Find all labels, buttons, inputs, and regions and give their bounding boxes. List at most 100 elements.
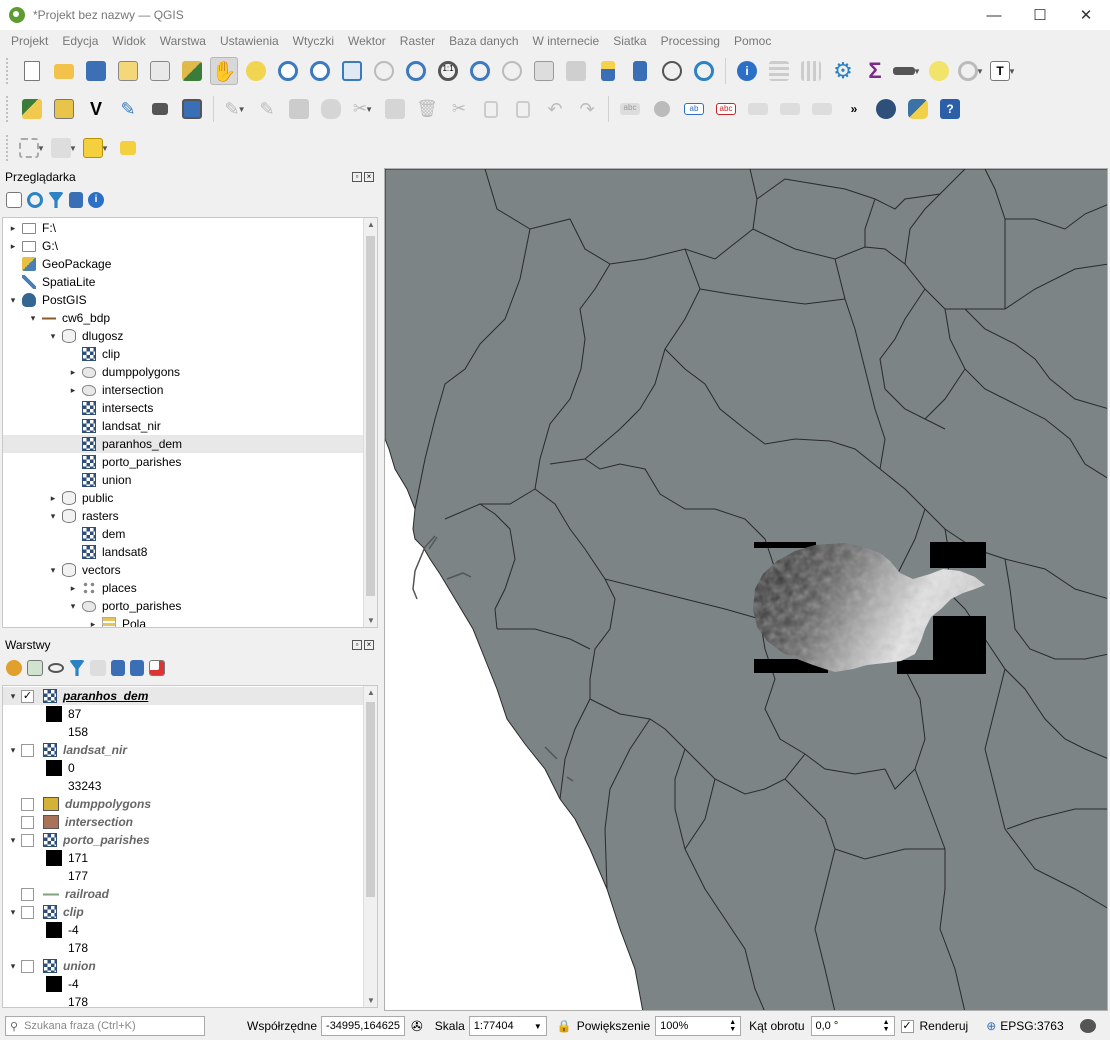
chevron-down-icon[interactable]: ▾ xyxy=(27,313,39,324)
browser-item[interactable]: ▸ public xyxy=(3,489,377,507)
layer-labeling-options-button[interactable]: abc xyxy=(616,95,644,123)
toolbar-grip[interactable] xyxy=(6,96,10,122)
new-virtual-layer-button[interactable] xyxy=(146,95,174,123)
layers-tree[interactable]: ▾ ✓ paranhos_dem 87 158 ▾ landsat_nir 0 33243 dum… xyxy=(2,685,378,1008)
modify-attributes-button[interactable] xyxy=(381,95,409,123)
print-layout-button[interactable] xyxy=(146,57,174,85)
chevron-down-icon[interactable]: ▾ xyxy=(47,331,59,342)
menu-item[interactable]: Wtyczki xyxy=(286,34,341,48)
open-field-calculator-button[interactable] xyxy=(797,57,825,85)
chevron-down-icon[interactable]: ▾ xyxy=(7,907,19,918)
delete-selected-button[interactable]: 🗑 xyxy=(413,95,441,123)
rotation-spinbox[interactable]: 0,0 ° ▲ ▼ xyxy=(810,1016,895,1036)
highlight-pinned-labels-button[interactable]: ab xyxy=(680,95,708,123)
locator-search-field[interactable]: ⚲ Szukana fraza (Ctrl+K) xyxy=(5,1016,205,1036)
map-tips-button[interactable] xyxy=(925,57,953,85)
browser-item[interactable]: union xyxy=(3,471,377,489)
locator-search-button[interactable]: ▼ xyxy=(957,57,985,85)
menu-item[interactable]: Baza danych xyxy=(442,34,525,48)
chevron-down-icon[interactable]: ▾ xyxy=(47,565,59,576)
layer-item[interactable]: ▾ clip xyxy=(3,903,377,921)
layer-diagram-options-button[interactable] xyxy=(648,95,676,123)
layer-visibility-checkbox[interactable] xyxy=(21,887,34,901)
menu-item[interactable]: Wektor xyxy=(341,34,393,48)
chevron-right-icon[interactable]: ▸ xyxy=(67,583,79,594)
browser-item[interactable]: SpatiaLite xyxy=(3,273,377,291)
toggle-extents-icon[interactable]: ✇ xyxy=(411,1018,423,1035)
browser-item[interactable]: ▸ Pola xyxy=(3,615,377,628)
zoom-last-button[interactable] xyxy=(466,57,494,85)
eye-icon[interactable] xyxy=(48,663,64,673)
filter-icon[interactable] xyxy=(48,192,64,208)
save-project-button[interactable] xyxy=(82,57,110,85)
toggle-label-display-button[interactable]: abc xyxy=(712,95,740,123)
chevron-right-icon[interactable]: ▸ xyxy=(7,241,19,252)
chevron-down-icon[interactable]: ▾ xyxy=(67,601,79,612)
menu-item[interactable]: Widok xyxy=(105,34,152,48)
add-selected-layers-icon[interactable] xyxy=(6,192,22,208)
layer-item[interactable]: dumppolygons xyxy=(3,795,377,813)
browser-item[interactable]: landsat8 xyxy=(3,543,377,561)
close-panel-button[interactable]: × xyxy=(364,640,374,650)
browser-item[interactable]: intersects xyxy=(3,399,377,417)
collapse-all-icon[interactable] xyxy=(69,192,83,208)
browser-item[interactable]: ▾ rasters xyxy=(3,507,377,525)
chevron-right-icon[interactable]: ▸ xyxy=(67,385,79,396)
move-label-button[interactable] xyxy=(744,95,772,123)
browser-item[interactable]: ▾ vectors xyxy=(3,561,377,579)
browser-item[interactable]: porto_parishes xyxy=(3,453,377,471)
metasearch-button[interactable] xyxy=(872,95,900,123)
browser-item[interactable]: GeoPackage xyxy=(3,255,377,273)
layer-visibility-checkbox[interactable] xyxy=(21,815,34,829)
browser-scrollbar[interactable]: ▲ ▼ xyxy=(363,218,377,627)
deselect-all-button[interactable]: ▼ xyxy=(82,134,110,162)
digitize-pen-button[interactable]: ✎ xyxy=(114,95,142,123)
close-panel-button[interactable]: × xyxy=(364,172,374,182)
filter-expression-icon[interactable] xyxy=(90,660,106,676)
zoom-to-selection-button[interactable] xyxy=(370,57,398,85)
layer-item[interactable]: ▾ union xyxy=(3,957,377,975)
select-by-expression-button[interactable]: ▼ xyxy=(50,134,78,162)
browser-item[interactable]: ▾ PostGIS xyxy=(3,291,377,309)
select-by-location-button[interactable] xyxy=(114,134,142,162)
zoom-to-layer-button[interactable] xyxy=(402,57,430,85)
scale-combobox[interactable]: 1:77404 ▼ xyxy=(468,1016,547,1036)
menu-item[interactable]: Processing xyxy=(654,34,727,48)
chevron-down-icon[interactable]: ▾ xyxy=(7,835,19,846)
identify-features-button[interactable]: i xyxy=(733,57,761,85)
browser-item[interactable]: landsat_nir xyxy=(3,417,377,435)
browser-item[interactable]: ▸ intersection xyxy=(3,381,377,399)
browser-item[interactable]: dem xyxy=(3,525,377,543)
zoom-native-button[interactable]: 1:1 xyxy=(434,57,462,85)
map-canvas[interactable] xyxy=(384,168,1108,1011)
magnifier-spinbox[interactable]: 100% ▲ ▼ xyxy=(655,1016,742,1036)
add-group-icon[interactable] xyxy=(27,660,43,676)
chevron-down-icon[interactable]: ▾ xyxy=(7,691,19,702)
open-project-button[interactable] xyxy=(50,57,78,85)
current-edits-button[interactable]: ✎ ▼ xyxy=(221,95,249,123)
refresh-icon[interactable] xyxy=(27,192,43,208)
layer-item[interactable]: ▾ landsat_nir xyxy=(3,741,377,759)
crs-button[interactable]: EPSG:3763 xyxy=(1000,1019,1063,1033)
layer-visibility-checkbox[interactable] xyxy=(21,833,34,847)
browser-item[interactable]: ▾ dlugosz xyxy=(3,327,377,345)
browser-item[interactable]: clip xyxy=(3,345,377,363)
messages-icon[interactable] xyxy=(1079,1019,1096,1033)
layers-scrollbar[interactable]: ▲ ▼ xyxy=(363,686,377,1007)
processing-toolbox-button[interactable]: ⚙ xyxy=(829,57,857,85)
chevron-down-icon[interactable]: ▾ xyxy=(7,745,19,756)
save-edits-button[interactable] xyxy=(285,95,313,123)
add-feature-button[interactable] xyxy=(317,95,345,123)
measure-line-button[interactable]: ▼ xyxy=(893,57,921,85)
statistical-summary-button[interactable]: Σ xyxy=(861,57,889,85)
toggle-editing-button[interactable]: ✎ xyxy=(253,95,281,123)
minimize-button[interactable]: — xyxy=(971,0,1017,30)
show-bookmarks-button[interactable] xyxy=(562,57,590,85)
chevron-right-icon[interactable]: ▸ xyxy=(87,619,99,628)
browser-tree[interactable]: ▸ F:\ ▸ G:\ GeoPackage SpatiaLite ▾ PostGIS ▾ cw6… xyxy=(2,217,378,628)
remove-layer-icon[interactable] xyxy=(149,660,165,676)
float-panel-button[interactable]: ▫ xyxy=(352,640,362,650)
chevron-right-icon[interactable]: ▸ xyxy=(67,367,79,378)
chevron-right-icon[interactable]: ▸ xyxy=(47,493,59,504)
python-console-button[interactable] xyxy=(904,95,932,123)
